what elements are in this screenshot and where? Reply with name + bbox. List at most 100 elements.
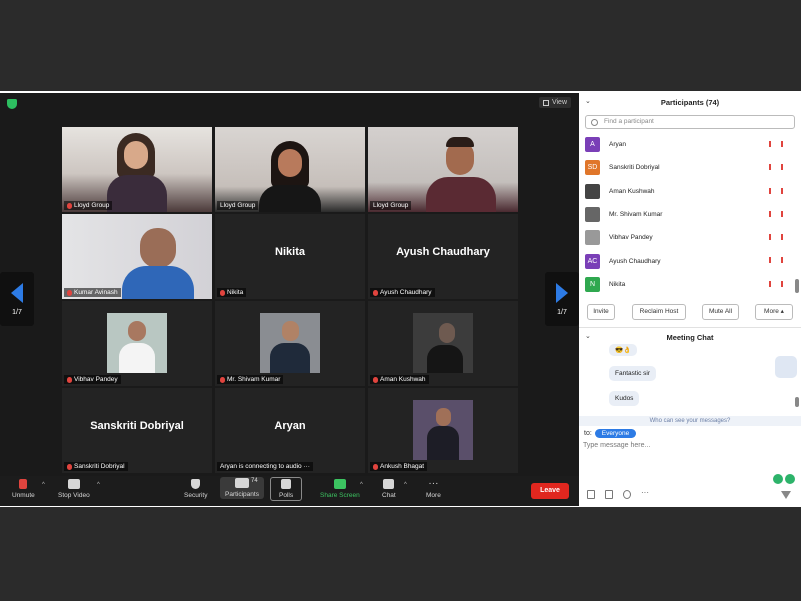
participant-row[interactable]: Vibhav Pandey	[585, 226, 789, 249]
grammar-assist-icons[interactable]	[773, 474, 795, 484]
avatar: AC	[585, 253, 600, 269]
mic-muted-icon	[769, 164, 777, 171]
chat-message: Kudos	[609, 391, 640, 406]
next-page-button[interactable]: 1/7	[545, 272, 579, 326]
participants-title: Participants (74)	[660, 98, 720, 107]
video-tile[interactable]: Kumar Avinash	[62, 214, 212, 299]
video-tile[interactable]: Nikita Nikita	[215, 214, 365, 299]
stop-video-label: Stop Video	[58, 492, 90, 499]
participant-row[interactable]: AC Ayush Chaudhary	[585, 249, 789, 272]
video-tile-active-speaker[interactable]: Lloyd Group	[215, 127, 365, 212]
ellipsis-icon: ···	[428, 478, 439, 489]
participants-label: Participants	[225, 491, 259, 498]
video-tile[interactable]: Ayush Chaudhary Ayush Chaudhary	[368, 214, 518, 299]
more-options-icon[interactable]: ···	[641, 489, 649, 499]
previous-page-button[interactable]: 1/7	[0, 272, 34, 326]
invite-button[interactable]: Invite	[587, 304, 615, 320]
video-options-caret[interactable]: ^	[97, 482, 100, 488]
stop-video-button[interactable]: Stop Video	[58, 479, 90, 499]
chat-scrollbar[interactable]	[795, 397, 799, 407]
chat-message-input[interactable]: Type message here...	[583, 442, 650, 449]
avatar: A	[585, 137, 600, 153]
video-off-icon	[781, 280, 789, 287]
participant-list: A Aryan SD Sanskriti Dobriyal Aman Kushw…	[585, 133, 789, 296]
participant-name: Aman Kushwah	[609, 187, 655, 195]
tile-name-label: Lloyd Group	[64, 201, 113, 210]
video-tile[interactable]: Mr. Shivam Kumar	[215, 301, 365, 386]
mic-muted-icon	[769, 210, 777, 217]
leave-button[interactable]: Leave	[531, 483, 569, 499]
participant-row[interactable]: Mr. Shivam Kumar	[585, 203, 789, 226]
video-off-icon	[781, 141, 789, 147]
format-icon[interactable]	[587, 490, 595, 499]
mute-all-button[interactable]: Mute All	[702, 304, 739, 320]
view-button[interactable]: View	[538, 97, 571, 108]
audio-options-caret[interactable]: ^	[42, 482, 45, 488]
send-icon[interactable]	[781, 491, 791, 499]
tile-name-label: Sanskriti Dobriyal	[64, 462, 128, 471]
arrow-right-icon	[556, 282, 568, 303]
profile-body	[427, 345, 463, 373]
video-tile[interactable]: Sanskriti Dobriyal Sanskriti Dobriyal	[62, 388, 212, 473]
participant-name: Nikita	[609, 280, 626, 288]
participant-name: Aryan	[609, 141, 626, 149]
participant-status-icons	[769, 187, 789, 194]
participant-face	[124, 141, 148, 169]
participant-display-name: Ayush Chaudhary	[396, 246, 490, 258]
emoji-icon[interactable]	[623, 490, 631, 499]
reclaim-host-button[interactable]: Reclaim Host	[632, 304, 686, 320]
recipient-dropdown[interactable]: Everyone	[594, 429, 637, 438]
page-indicator: 1/7	[557, 308, 567, 316]
chat-button[interactable]: Chat	[382, 479, 396, 499]
participant-row[interactable]: A Aryan	[585, 133, 789, 156]
video-tile[interactable]: Vibhav Pandey	[62, 301, 212, 386]
participant-row[interactable]: N Nikita	[585, 273, 789, 296]
mic-muted-icon	[373, 463, 378, 470]
more-button[interactable]: ··· More	[426, 478, 441, 500]
tile-name: Vibhav Pandey	[74, 376, 118, 383]
meeting-toolbar: Unmute ^ Stop Video ^ Security Participa…	[0, 476, 579, 506]
camera-icon	[67, 479, 80, 489]
participant-row[interactable]: Aman Kushwah	[585, 180, 789, 203]
message-placeholder: Type message here...	[583, 442, 651, 449]
mic-muted-icon	[769, 257, 777, 264]
security-button[interactable]: Security	[184, 479, 207, 499]
mic-muted-icon	[373, 289, 378, 296]
tile-name: Sanskriti Dobriyal	[74, 463, 125, 470]
chat-bubble-icon	[383, 479, 395, 489]
file-icon[interactable]	[605, 490, 613, 499]
participant-status-icons	[769, 210, 789, 217]
video-tile[interactable]: Aman Kushwah	[368, 301, 518, 386]
tile-name-label: Mr. Shivam Kumar	[217, 375, 284, 384]
participants-scrollbar[interactable]	[795, 279, 799, 293]
profile-photo	[107, 313, 167, 373]
chat-options-caret[interactable]: ^	[404, 482, 407, 488]
find-participant-input[interactable]: Find a participant	[585, 115, 795, 129]
assist-icon	[773, 474, 783, 484]
avatar: N	[585, 276, 600, 292]
profile-face	[128, 321, 146, 341]
participant-row[interactable]: SD Sanskriti Dobriyal	[585, 156, 789, 179]
profile-body	[270, 343, 310, 373]
video-tile[interactable]: Ankush Bhagat	[368, 388, 518, 473]
video-tile[interactable]: Lloyd Group	[62, 127, 212, 212]
bar-chart-icon	[281, 479, 292, 489]
participants-count-badge: 74	[251, 478, 258, 484]
polls-button[interactable]: Polls	[270, 477, 303, 501]
who-can-see-link[interactable]: Who can see your messages?	[579, 416, 801, 426]
tile-name: Ankush Bhagat	[380, 463, 425, 470]
video-tile[interactable]: Aryan Aryan is connecting to audio ···	[215, 388, 365, 473]
tile-name-label: Lloyd Group	[370, 201, 412, 210]
participants-more-button[interactable]: More ▴	[755, 304, 793, 320]
tile-name-label: Ankush Bhagat	[370, 462, 428, 471]
shield-icon	[191, 479, 201, 489]
share-screen-button[interactable]: Share Screen	[320, 479, 360, 499]
avatar: SD	[585, 160, 600, 176]
zoom-apps-icon[interactable]	[775, 356, 797, 378]
video-off-icon	[781, 187, 789, 194]
avatar	[585, 207, 600, 223]
video-tile[interactable]: Lloyd Group	[368, 127, 518, 212]
encryption-shield-icon[interactable]	[7, 99, 17, 109]
unmute-button[interactable]: Unmute	[12, 479, 35, 499]
share-options-caret[interactable]: ^	[360, 482, 363, 488]
